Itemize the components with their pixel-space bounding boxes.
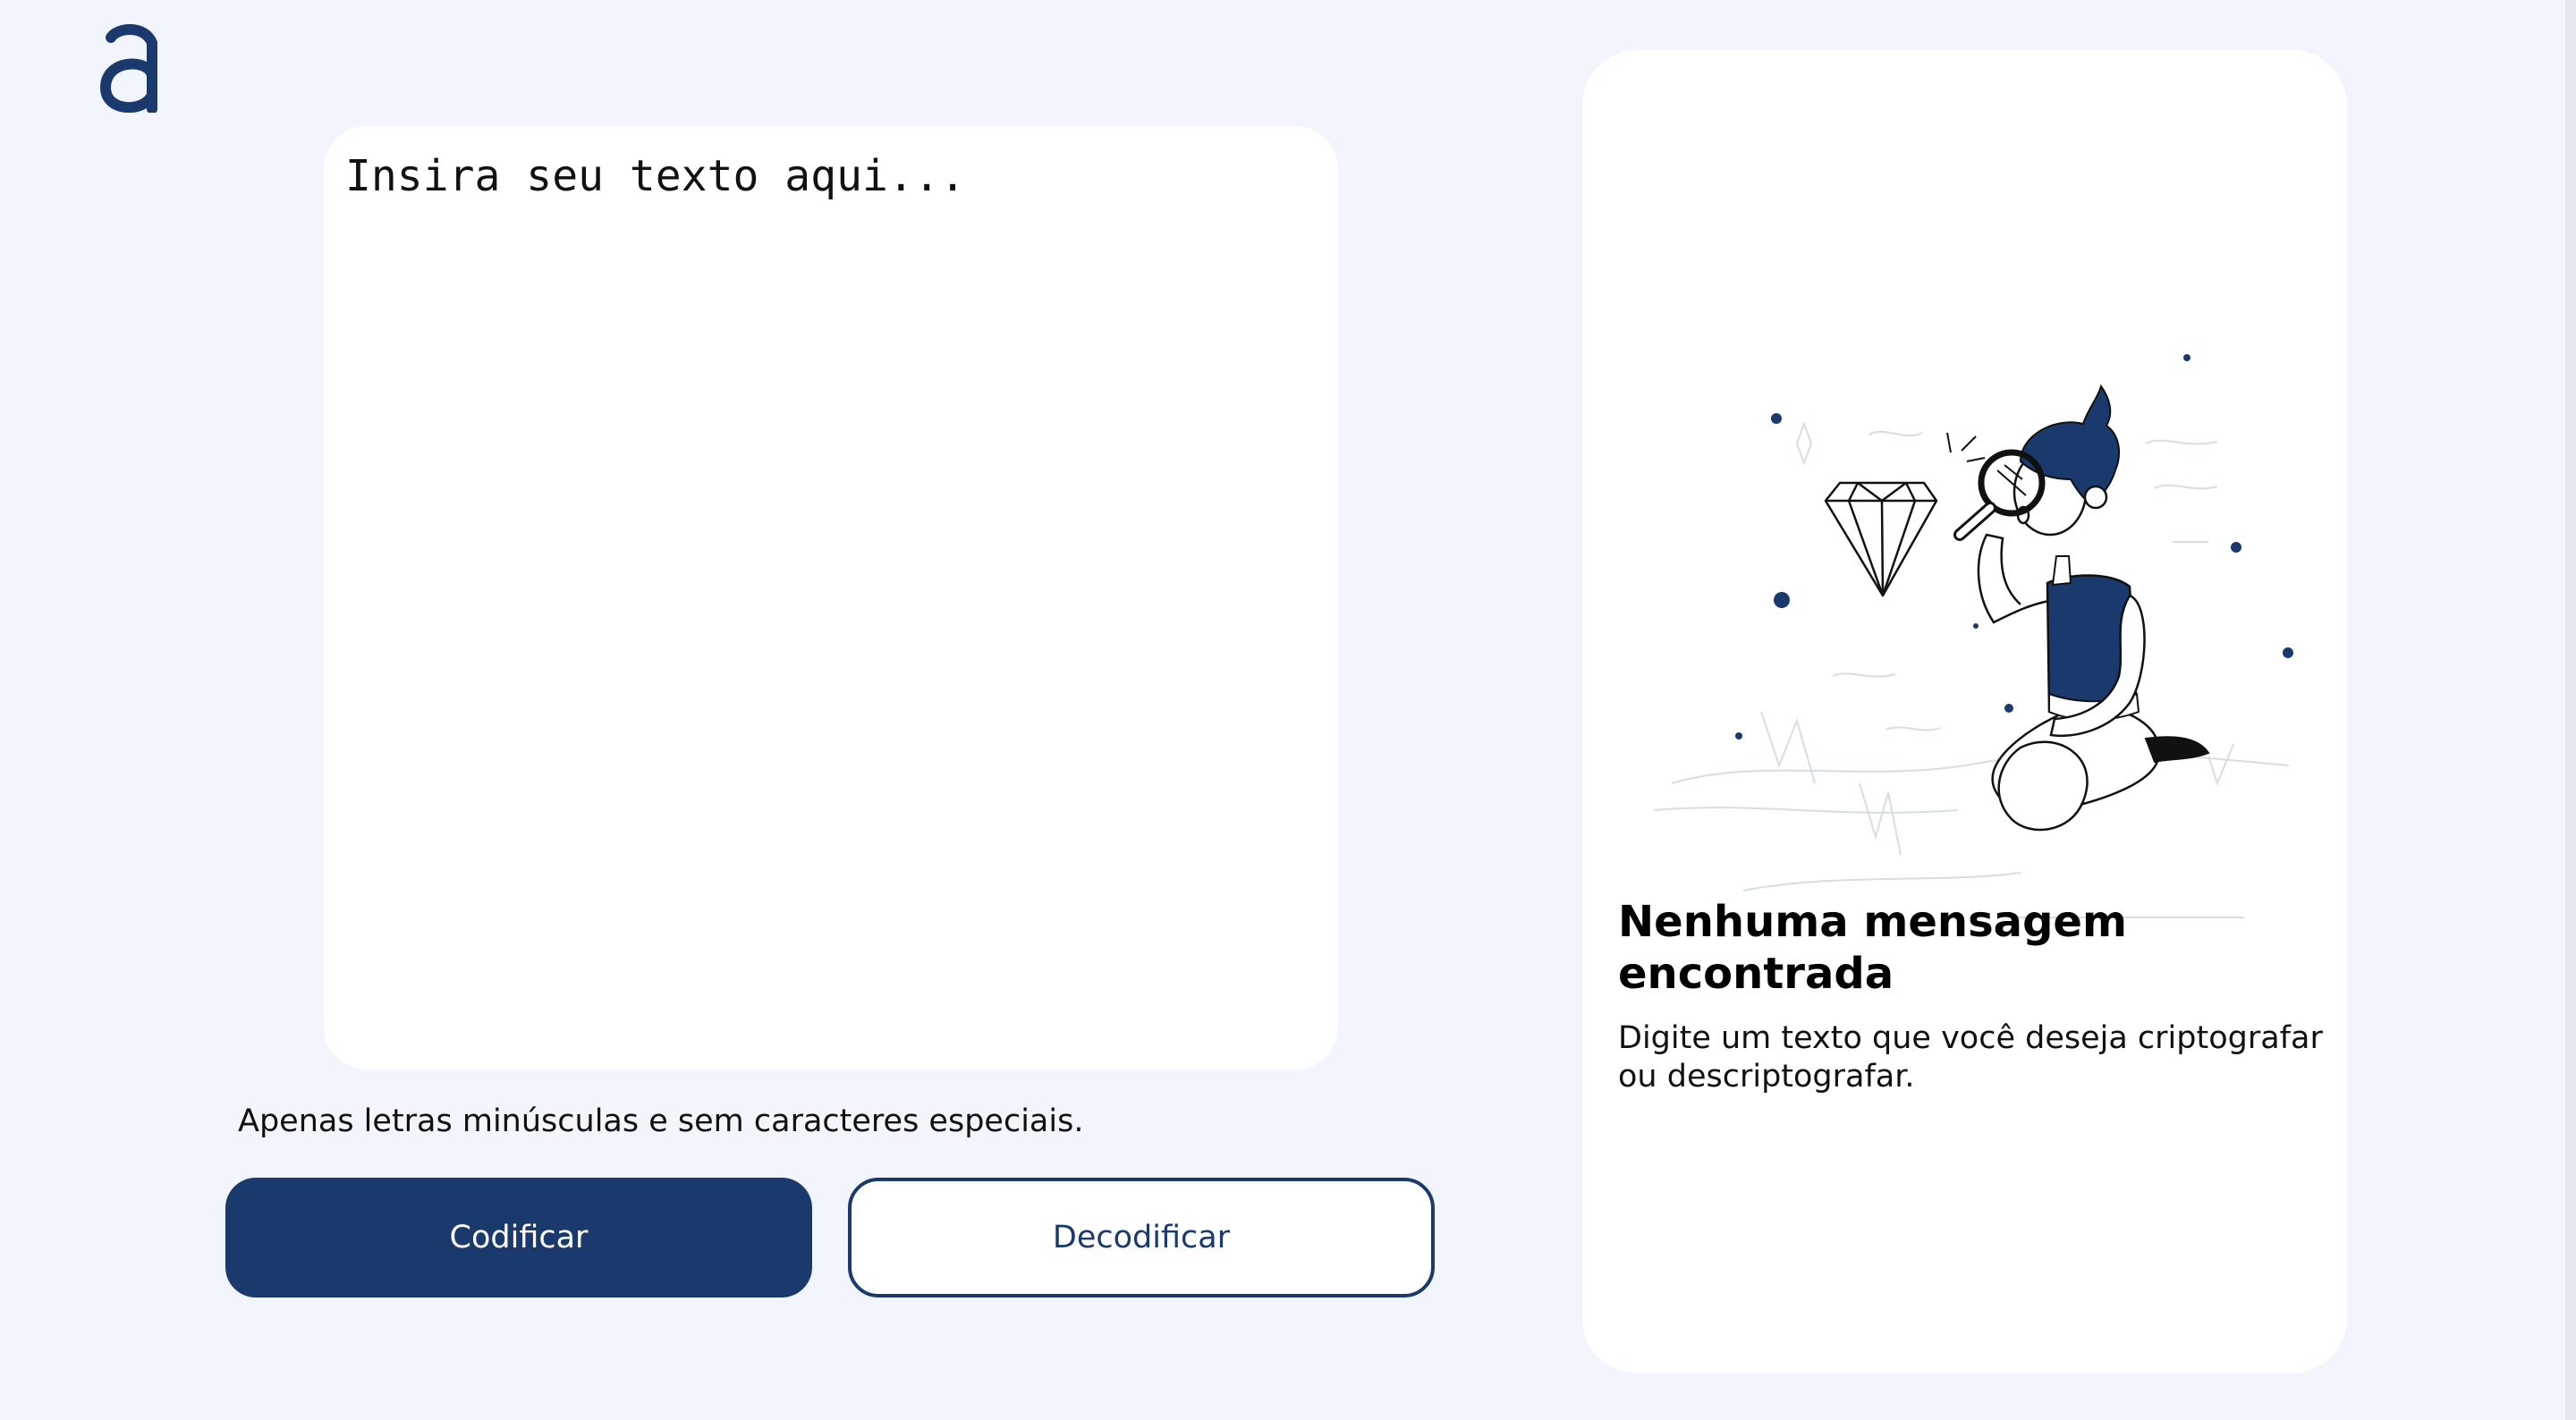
person-searching-with-magnifier-illustration [1653,354,2293,918]
input-hint-text: Apenas letras minúsculas e sem caractere… [238,1103,1084,1139]
encrypt-button[interactable]: Codificar [225,1178,812,1297]
input-hint: Apenas letras minúsculas e sem caractere… [225,1103,1478,1139]
message-input[interactable] [345,144,1311,1038]
page-scrollbar[interactable] [2565,0,2576,1420]
alura-a-logo-icon [99,23,157,113]
empty-state-description: Digite um texto que você deseja criptogr… [1618,1020,2323,1095]
decrypt-button[interactable]: Decodificar [848,1178,1435,1297]
text-input-card [324,126,1338,1069]
output-panel: Nenhuma mensagem encontrada Digite um te… [1582,50,2347,1374]
empty-state-title: Nenhuma mensagem encontrada [1618,897,2127,999]
